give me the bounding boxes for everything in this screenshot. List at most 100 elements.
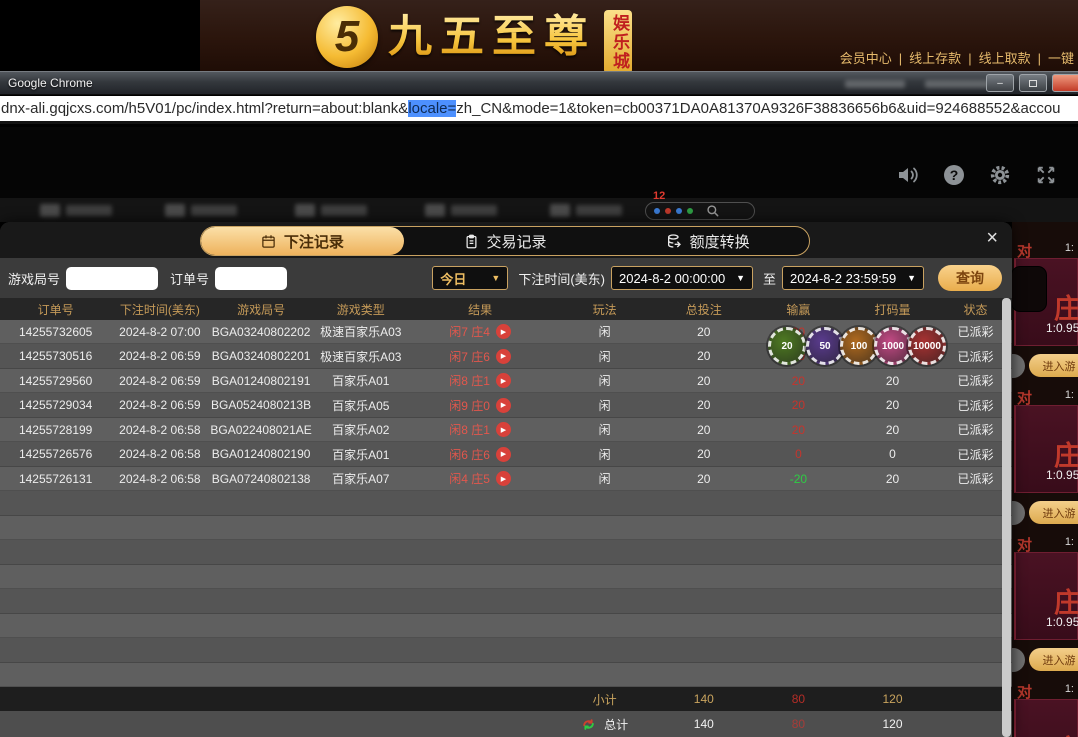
nav-item-blurred[interactable] <box>165 204 237 217</box>
cell-game-type: 百家乐A01 <box>332 374 390 389</box>
time-from-select[interactable]: 2024-8-2 00:00:00 ▼ <box>610 266 753 290</box>
play-video-icon[interactable]: ▶ <box>495 373 511 389</box>
column-header: 打码量 <box>874 302 911 317</box>
close-window-button[interactable] <box>1052 74 1078 92</box>
bet-chip[interactable]: 50 <box>806 327 844 365</box>
table-row: 14255728199 2024-8-2 06:58 BGA022408021AE 百… <box>0 417 1012 443</box>
nav-item-blurred[interactable] <box>40 204 112 217</box>
pair-odds: 1: <box>1064 389 1074 401</box>
status-dot <box>654 208 660 214</box>
enter-game-button[interactable]: 进入游 <box>1029 648 1078 671</box>
logo-title: 九五至尊 <box>388 6 596 68</box>
game-round-input[interactable] <box>66 266 159 290</box>
nav-item-blurred[interactable] <box>295 204 367 217</box>
chevron-down-icon: ▼ <box>907 273 916 283</box>
cell-result: 闲6 庄6 ▶ <box>408 446 553 463</box>
bet-chip[interactable]: 10000 <box>908 327 946 365</box>
volume-icon[interactable] <box>896 163 920 187</box>
result-text: 闲6 庄6 <box>449 447 490 462</box>
url-bar[interactable]: dnx-ali.gqjcxs.com/h5V01/pc/index.html?r… <box>0 96 1078 124</box>
panel-header: 对 1: <box>1012 679 1078 701</box>
card-placeholder <box>1012 266 1047 312</box>
table-row <box>0 540 1012 565</box>
modal-scrollbar[interactable] <box>1002 298 1011 737</box>
cell-round-id: BGA01240802191 <box>211 373 311 388</box>
table-row <box>0 589 1012 614</box>
close-icon[interactable]: × <box>986 228 998 248</box>
member-link[interactable]: 线上存款 <box>909 51 961 66</box>
tab-label: 额度转换 <box>689 233 750 251</box>
play-video-icon[interactable]: ▶ <box>495 422 511 438</box>
cell-total-bet: 20 <box>697 447 711 462</box>
cell-game-type: 百家乐A02 <box>332 423 390 438</box>
link-separator: | <box>1037 51 1041 66</box>
member-link[interactable]: 会员中心 <box>840 51 892 66</box>
cell-bet-time: 2024-8-2 07:00 <box>119 324 201 339</box>
minimize-button[interactable]: – <box>986 74 1014 92</box>
cell-status: 已派彩 <box>957 325 994 340</box>
total-total: 140 <box>693 717 714 731</box>
cell-round-id: BGA03240802202 <box>211 324 311 339</box>
play-video-icon[interactable]: ▶ <box>495 397 511 413</box>
enter-game-button[interactable]: 进入游 <box>1029 354 1078 377</box>
date-range-select[interactable]: 今日 ▼ <box>432 266 509 290</box>
tab-bet-records[interactable]: 下注记录 <box>201 227 404 255</box>
baccarat-panel[interactable]: 庄1:0.95 <box>1014 699 1078 737</box>
cell-result: 闲8 庄1 ▶ <box>408 421 553 438</box>
member-link[interactable]: 线上取款 <box>979 51 1031 66</box>
help-icon[interactable]: ? <box>942 163 966 187</box>
cell-result: 闲7 庄6 ▶ <box>408 348 553 365</box>
maximize-button[interactable] <box>1019 74 1047 92</box>
baccarat-panel[interactable]: 庄1:0.95 <box>1014 552 1078 640</box>
site-logo: 5 九五至尊 娱乐城 <box>316 6 632 74</box>
subtotal-winloss: 80 <box>791 692 806 706</box>
lobby-table-panel: 对 1: 庄1:0.95 进入游 <box>1012 238 1078 385</box>
cell-order-id: 14255728199 <box>18 422 93 437</box>
result-text: 闲7 庄4 <box>449 325 490 340</box>
chrome-window-bar[interactable]: Google Chrome – <box>0 71 1078 95</box>
notification-widget[interactable]: 12 <box>645 190 757 220</box>
gear-icon[interactable] <box>988 163 1012 187</box>
cell-status: 已派彩 <box>957 349 994 364</box>
play-video-icon[interactable]: ▶ <box>495 324 511 340</box>
chevron-down-icon: ▼ <box>491 273 501 283</box>
nav-item-blurred[interactable] <box>550 204 622 217</box>
query-button[interactable]: 查询 <box>938 265 1002 291</box>
tab-quota-transfer[interactable]: 额度转换 <box>606 227 809 255</box>
column-header: 总投注 <box>685 302 722 317</box>
total-winloss: 80 <box>791 717 806 731</box>
cell-bet-time: 2024-8-2 06:59 <box>119 349 201 364</box>
time-to-select[interactable]: 2024-8-2 23:59:59 ▼ <box>782 266 924 290</box>
bet-chip[interactable]: 1000 <box>874 327 912 365</box>
table-row <box>0 491 1012 516</box>
cell-bet-time: 2024-8-2 06:58 <box>119 422 201 437</box>
play-video-icon[interactable]: ▶ <box>495 348 511 364</box>
nav-item-blurred[interactable] <box>425 204 497 217</box>
game-header-area: ? 12 2050100100010000 › <box>0 127 1078 365</box>
cell-play-type: 闲 <box>598 325 611 340</box>
refresh-icon[interactable] <box>581 717 596 732</box>
member-link[interactable]: 一键 <box>1048 51 1074 66</box>
magnifier-icon[interactable] <box>706 204 720 218</box>
cell-bet-time: 2024-8-2 06:58 <box>119 471 201 486</box>
banker-label: 庄 <box>1054 728 1078 737</box>
baccarat-panel[interactable]: 庄1:0.95 <box>1012 258 1078 346</box>
fullscreen-icon[interactable] <box>1034 163 1058 187</box>
status-dot <box>665 208 671 214</box>
link-separator: | <box>898 51 903 66</box>
bet-chip[interactable]: 20 <box>768 327 806 365</box>
dealer-avatar <box>1012 648 1025 672</box>
lobby-table-panel: 对 1: 庄1:0.95 进入游 <box>1012 385 1078 532</box>
total-label: 总计 <box>604 717 629 732</box>
table-row <box>0 662 1012 688</box>
order-input[interactable] <box>215 266 288 290</box>
play-video-icon[interactable]: ▶ <box>495 471 511 487</box>
enter-game-button[interactable]: 进入游 <box>1029 501 1078 524</box>
panel-header: 对 1: <box>1012 532 1078 554</box>
play-video-icon[interactable]: ▶ <box>495 446 511 462</box>
baccarat-panel[interactable]: 庄1:0.95 <box>1014 405 1078 493</box>
column-header: 游戏局号 <box>237 302 286 317</box>
bet-chip[interactable]: 100 <box>840 327 878 365</box>
subtotal-row: 小计 140 80 120 <box>0 687 1012 711</box>
tab-transaction-records[interactable]: 交易记录 <box>404 227 607 255</box>
